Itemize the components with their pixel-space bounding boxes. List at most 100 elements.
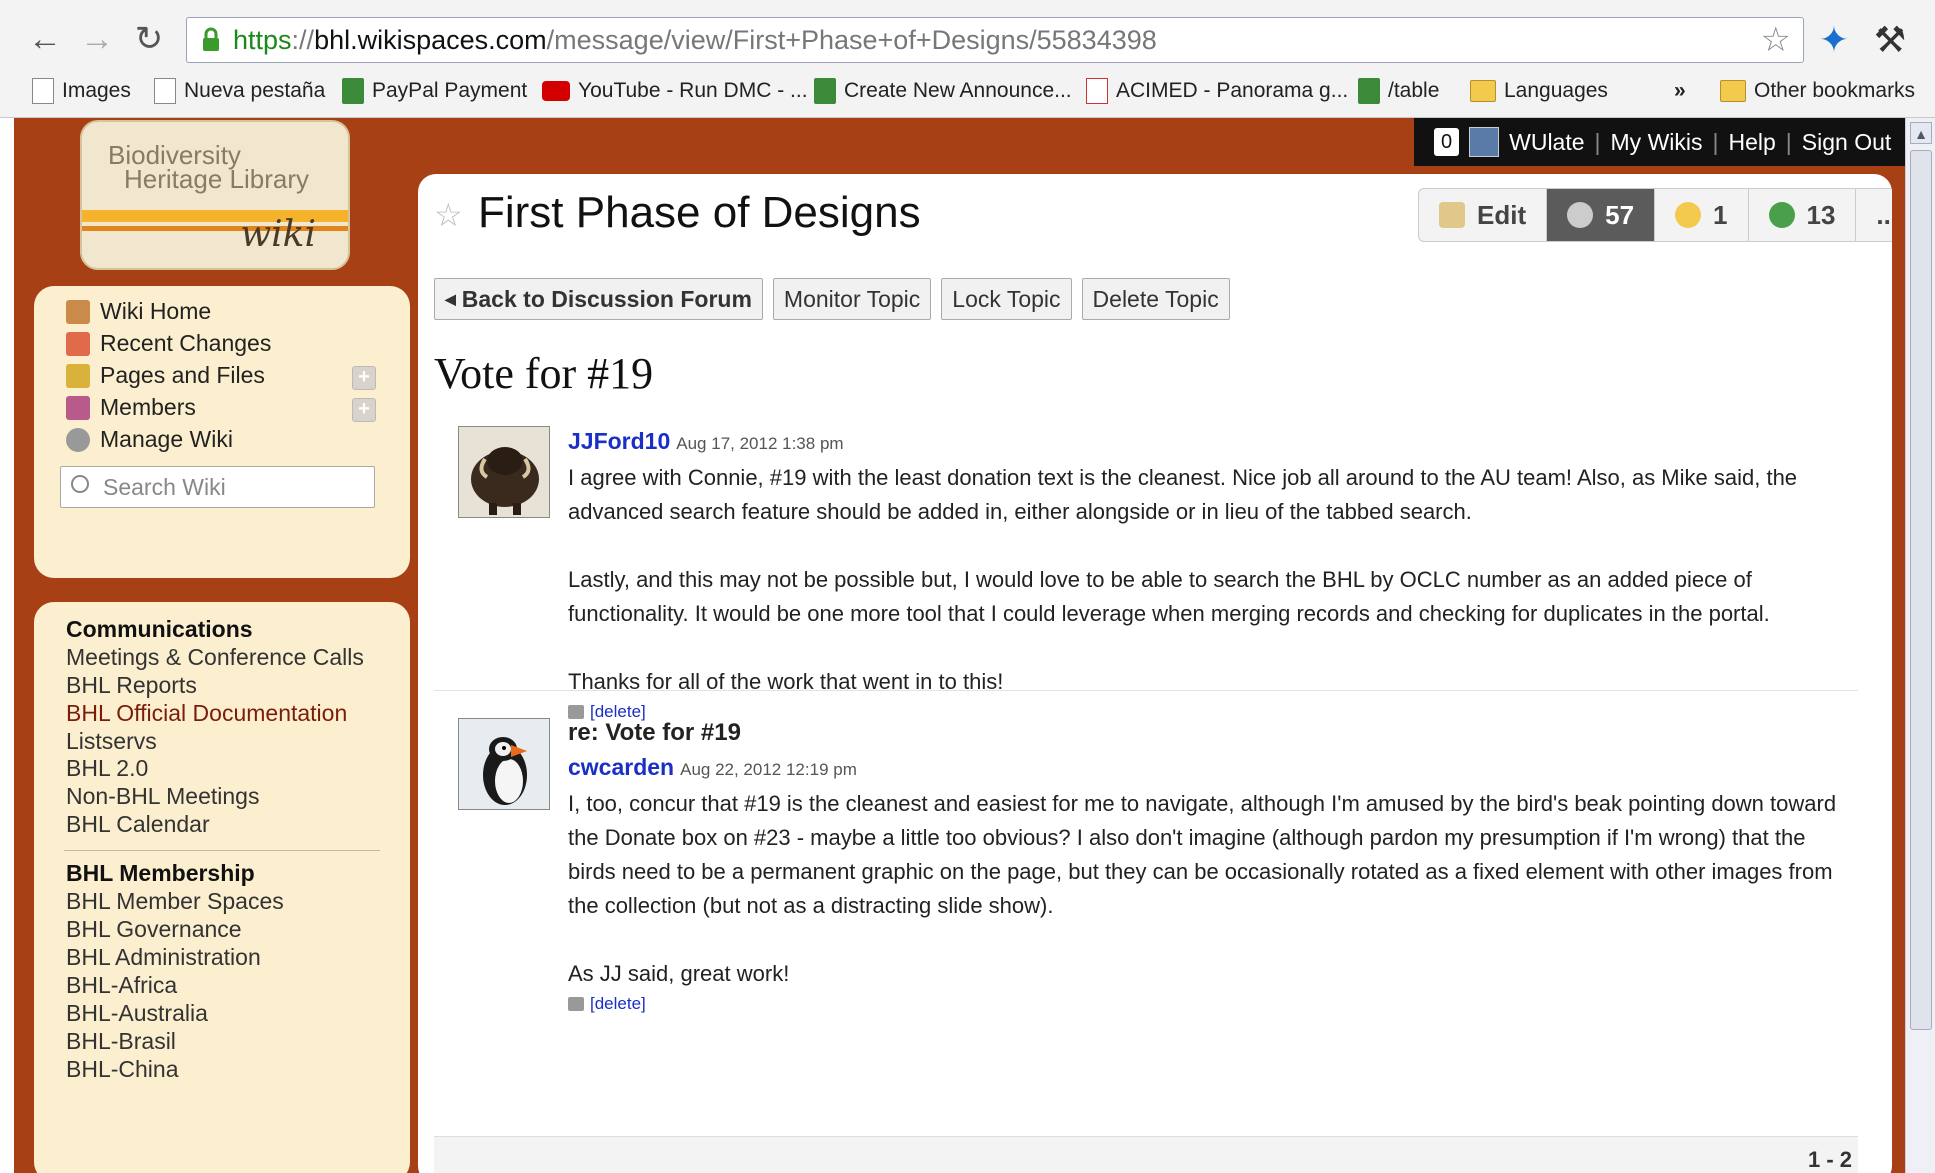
post-paragraph: As JJ said, great work! xyxy=(568,961,790,986)
lock-topic-button[interactable]: Lock Topic xyxy=(941,278,1072,320)
delete-topic-button[interactable]: Delete Topic xyxy=(1081,278,1230,320)
sidebar-link[interactable]: Meetings & Conference Calls xyxy=(66,644,364,671)
scroll-up-icon[interactable]: ▲ xyxy=(1910,122,1932,144)
wiki-logo[interactable]: Biodiversity Heritage Library wiki xyxy=(80,120,350,270)
wrench-menu-icon[interactable]: ⚒ xyxy=(1870,20,1910,60)
puffin-image xyxy=(459,719,549,809)
post-body: re: Vote for #19 cwcarden Aug 22, 2012 12… xyxy=(568,716,1854,1015)
username-link[interactable]: WUlate xyxy=(1509,129,1584,156)
sign-out-link[interactable]: Sign Out xyxy=(1802,129,1892,156)
sidebar-link[interactable]: BHL Reports xyxy=(66,672,197,699)
section-heading: Communications xyxy=(66,616,253,642)
butterfly-extension-icon[interactable]: ✦ xyxy=(1814,20,1854,60)
back-to-forum-button[interactable]: ◀ Back to Discussion Forum xyxy=(434,278,763,320)
sidebar-links-box: Communications Meetings & Conference Cal… xyxy=(34,602,410,1173)
edit-icon xyxy=(1439,202,1465,228)
wiki-page: 0 WUlate | My Wikis | Help | Sign Out Bi… xyxy=(14,118,1905,1173)
gear-icon xyxy=(66,427,90,452)
comments-button[interactable]: 1 xyxy=(1655,189,1749,241)
bookmark-table[interactable]: /table xyxy=(1358,76,1439,106)
bookmark-label: YouTube - Run DMC - ... xyxy=(578,79,808,102)
sidebar-link[interactable]: BHL Governance xyxy=(66,916,242,943)
expand-members-icon[interactable]: + xyxy=(352,398,376,422)
sidebar-link[interactable]: BHL-Australia xyxy=(66,1000,208,1027)
sidebar-link[interactable]: BHL 2.0 xyxy=(66,755,148,782)
sidebar-link[interactable]: BHL-Africa xyxy=(66,972,177,999)
section-heading: BHL Membership xyxy=(66,860,255,886)
sidebar-link[interactable]: BHL-China xyxy=(66,1056,179,1083)
sidebar-item-wiki-home[interactable]: Wiki Home xyxy=(66,298,211,325)
my-wikis-link[interactable]: My Wikis xyxy=(1611,129,1703,156)
page-icon xyxy=(154,78,176,104)
more-button[interactable]: ... xyxy=(1856,189,1892,241)
notification-count[interactable]: 0 xyxy=(1434,128,1460,156)
sidebar-item-recent-changes[interactable]: Recent Changes xyxy=(66,330,271,357)
page-icon xyxy=(32,78,54,104)
delete-post-link[interactable]: [delete] xyxy=(590,993,646,1015)
thread-title: Vote for #19 xyxy=(434,349,654,398)
bookmark-nueva-pestana[interactable]: Nueva pestaña xyxy=(154,76,325,106)
delete-row: [delete] xyxy=(568,993,1854,1015)
scroll-thumb[interactable] xyxy=(1910,150,1932,1030)
bookmark-youtube[interactable]: YouTube - Run DMC - ... xyxy=(542,76,808,106)
sidebar-divider xyxy=(64,850,380,851)
url-scheme: https xyxy=(233,25,292,55)
youtube-icon xyxy=(542,81,570,101)
sidebar-link[interactable]: Non-BHL Meetings xyxy=(66,783,259,810)
monitor-topic-button[interactable]: Monitor Topic xyxy=(772,278,932,320)
lock-icon xyxy=(203,27,219,51)
bookmark-images[interactable]: Images xyxy=(32,76,131,106)
bookmark-label: Create New Announce... xyxy=(844,79,1072,102)
bookmark-paypal[interactable]: PayPal Payment xyxy=(342,76,527,106)
history-button[interactable]: 13 xyxy=(1749,189,1857,241)
back-arrow-icon[interactable]: ← xyxy=(28,22,62,56)
members-icon xyxy=(66,395,90,420)
links-count: 57 xyxy=(1605,199,1635,230)
post-author-link[interactable]: cwcarden xyxy=(568,754,674,780)
bookmark-label: PayPal Payment xyxy=(372,79,528,102)
bookmark-acimed[interactable]: ACIMED - Panorama g... xyxy=(1086,76,1348,106)
favorite-star-icon[interactable]: ☆ xyxy=(434,196,463,234)
post-paragraph: Lastly, and this may not be possible but… xyxy=(568,567,1770,626)
user-avatar[interactable] xyxy=(1469,127,1500,157)
sidebar-nav-box: Wiki Home Recent Changes Pages and Files… xyxy=(34,286,410,578)
green-site-icon xyxy=(342,78,364,104)
bookmark-star-icon[interactable]: ☆ xyxy=(1761,20,1791,60)
sidebar-item-pages-files[interactable]: Pages and Files xyxy=(66,362,265,389)
bookmark-languages[interactable]: Languages xyxy=(1470,76,1608,106)
sidebar-item-label: Manage Wiki xyxy=(100,426,233,452)
url-path: /message/view/First+Phase+of+Designs/558… xyxy=(546,25,1157,55)
post-author-link[interactable]: JJFord10 xyxy=(568,428,670,454)
musk-ox-image xyxy=(459,427,549,517)
back-label: Back to Discussion Forum xyxy=(461,285,752,312)
avatar[interactable] xyxy=(458,718,550,810)
sidebar-item-label: Wiki Home xyxy=(100,298,212,324)
reload-icon[interactable]: ↻ xyxy=(132,22,166,56)
search-placeholder: Search Wiki xyxy=(103,474,226,500)
edit-button[interactable]: Edit xyxy=(1419,189,1548,241)
avatar[interactable] xyxy=(458,426,550,518)
forward-arrow-icon[interactable]: → xyxy=(80,22,114,56)
search-wiki-input[interactable]: Search Wiki xyxy=(60,466,375,508)
links-button[interactable]: 57 xyxy=(1547,189,1656,241)
vertical-scrollbar[interactable]: ▲ xyxy=(1905,118,1935,1173)
expand-pages-icon[interactable]: + xyxy=(352,366,376,390)
pager-range: 1 - 2 xyxy=(1807,1147,1852,1172)
bookmark-other[interactable]: Other bookmarks xyxy=(1720,76,1915,106)
sidebar-link[interactable]: BHL-Brasil xyxy=(66,1028,176,1055)
bookmark-label: Other bookmarks xyxy=(1754,79,1916,102)
bookmarks-overflow-chevron-icon[interactable]: » xyxy=(1674,76,1686,106)
bookmark-create-announce[interactable]: Create New Announce... xyxy=(814,76,1072,106)
sidebar-link[interactable]: Listservs xyxy=(66,728,157,755)
sidebar-link-active[interactable]: BHL Official Documentation xyxy=(66,700,347,727)
post-date: Aug 17, 2012 1:38 pm xyxy=(676,434,844,453)
pager-bar: 1 - 2 xyxy=(434,1136,1858,1173)
sidebar-link[interactable]: BHL Administration xyxy=(66,944,261,971)
sidebar-item-members[interactable]: Members xyxy=(66,394,196,421)
address-bar[interactable]: https://bhl.wikispaces.com/message/view/… xyxy=(186,17,1804,63)
sidebar-link[interactable]: BHL Calendar xyxy=(66,811,210,838)
help-link[interactable]: Help xyxy=(1728,129,1775,156)
sidebar-item-label: Recent Changes xyxy=(100,330,272,356)
sidebar-item-manage-wiki[interactable]: Manage Wiki xyxy=(66,426,233,453)
sidebar-link[interactable]: BHL Member Spaces xyxy=(66,888,284,915)
